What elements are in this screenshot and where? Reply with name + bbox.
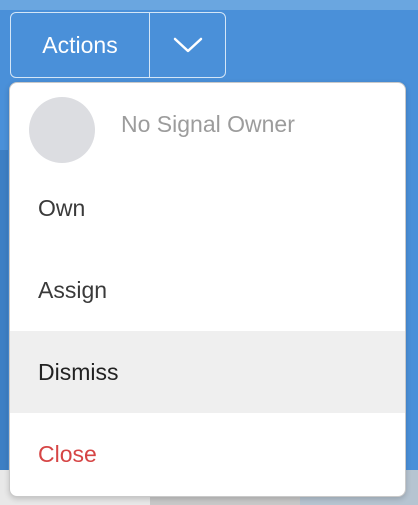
actions-button[interactable]: Actions — [11, 13, 150, 77]
menu-item-label: Close — [38, 440, 97, 467]
menu-item-label: Assign — [38, 276, 108, 303]
menu-item-label: Own — [38, 194, 86, 221]
signal-owner-row: No Signal Owner — [10, 83, 405, 167]
menu-item-assign[interactable]: Assign — [10, 249, 405, 331]
owner-label: No Signal Owner — [121, 111, 295, 137]
menu-item-close[interactable]: Close — [10, 413, 405, 495]
menu-item-dismiss[interactable]: Dismiss — [10, 331, 405, 413]
background-panel-edge — [0, 150, 8, 470]
chevron-down-icon — [173, 37, 202, 53]
menu-item-own[interactable]: Own — [10, 167, 405, 249]
actions-dropdown-menu: No Signal Owner Own Assign Dismiss Close — [9, 82, 406, 497]
actions-split-button: Actions — [10, 12, 226, 78]
menu-item-label: Dismiss — [38, 358, 119, 385]
avatar — [29, 97, 95, 163]
background-header — [0, 0, 418, 10]
actions-dropdown-toggle[interactable] — [150, 13, 225, 77]
actions-button-label: Actions — [42, 31, 118, 58]
